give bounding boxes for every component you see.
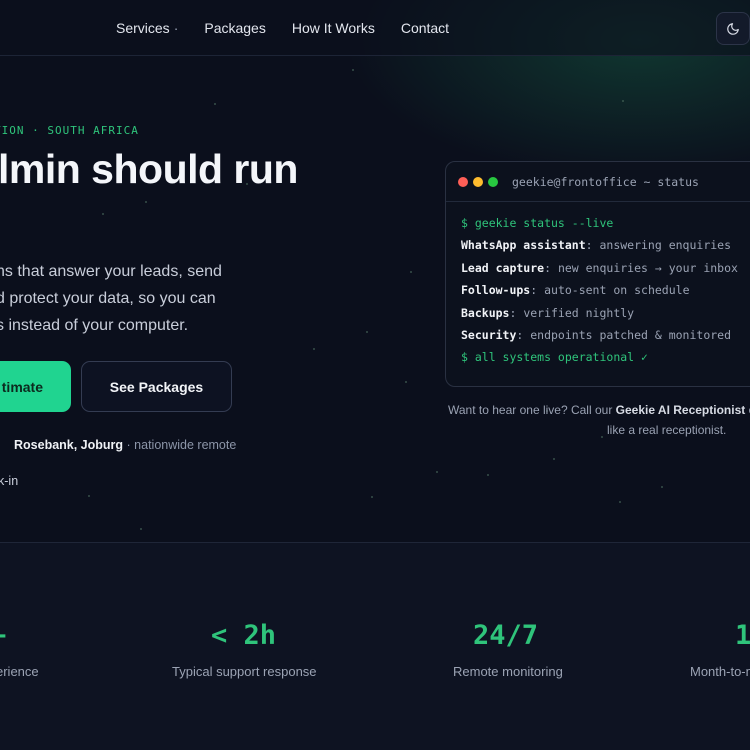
terminal-line-key: Security [461,327,517,342]
star [214,103,216,105]
terminal-line-key: Follow-ups [461,283,531,298]
star [371,496,373,498]
star [622,100,624,102]
nav-link-packages[interactable]: Packages [204,20,265,36]
page: Services Packages How It Works Contact T… [0,0,750,750]
stat-label-contract: Month-to-m [690,664,750,679]
star [352,69,354,71]
caption-prefix: Want to hear one live? Call our [448,403,616,417]
terminal-title: geekie@frontoffice ~ status [512,174,699,189]
moon-icon [727,22,739,35]
caption-suffix: o [745,403,750,417]
terminal-line-value: : auto-sent on schedule [530,283,690,298]
star [487,474,489,476]
checkin-text: k-in [0,474,19,488]
see-packages-button[interactable]: See Packages [81,361,232,412]
star [102,213,104,215]
terminal-body: $ geekie status --live WhatsApp assistant… [446,202,750,373]
star [553,458,555,460]
nav-link-services[interactable]: Services [116,20,178,36]
terminal-line-key: WhatsApp assistant [461,238,586,253]
star [140,528,142,530]
stat-label-response: Typical support response [172,664,317,679]
terminal-line-value: $ all systems operational ✓ [461,350,648,365]
minimize-dot-icon [473,176,483,187]
stat-value-contract: 1 [735,620,750,651]
terminal-line: $ all systems operational ✓ [461,350,750,372]
terminal-line: Lead capture: new enquiries → your inbox [461,261,750,283]
maximize-dot-icon [488,176,498,187]
terminal-line-value: : new enquiries → your inbox [544,260,738,275]
terminal-line-value: : endpoints patched & monitored [516,327,732,342]
terminal-line-value: $ geekie status --live [461,216,614,230]
terminal-line: Follow-ups: auto-sent on schedule [461,283,750,305]
hero-eyebrow: TION · SOUTH AFRICA [0,124,139,137]
star [88,495,90,497]
star [436,471,438,473]
terminal-title-bar: geekie@frontoffice ~ status [446,162,750,202]
star [410,271,412,273]
terminal-line-value: : verified nightly [509,305,635,320]
hero-description-line: d protect your data, so you can [0,290,216,307]
stat-value-monitoring: 24/7 [473,620,539,651]
terminal-line-value: : answering enquiries [585,238,732,253]
stat-label-monitoring: Remote monitoring [453,664,563,679]
stat-value-experience: + [0,620,6,651]
terminal-line: Backups: verified nightly [461,306,750,328]
receptionist-link[interactable]: Geekie AI Receptionist [616,403,746,417]
location-name: Rosebank, Joburg [14,438,124,452]
get-estimate-button[interactable]: timate [0,361,71,412]
nav-link-how-it-works[interactable]: How It Works [292,20,375,36]
nav-link-contact[interactable]: Contact [401,20,449,36]
location-note: · nationwide remote [126,438,237,452]
stat-value-response: < 2h [211,620,277,651]
receptionist-caption: Want to hear one live? Call our Geekie A… [448,400,750,440]
caption-line2: like a real receptionist. [607,423,727,437]
hero-description-line: ns that answer your leads, send [0,263,222,280]
theme-toggle-button[interactable] [716,12,750,45]
top-nav: Services Packages How It Works Contact [0,0,750,56]
star [366,331,368,333]
terminal-line: $ geekie status --live [461,216,750,238]
terminal-line-key: Backups [461,305,510,320]
star [619,501,621,503]
status-terminal: geekie@frontoffice ~ status $ geekie sta… [445,161,750,387]
star [405,381,407,383]
hero-description-line: s instead of your computer. [0,317,189,334]
nav-links: Services Packages How It Works Contact [116,0,449,56]
hero-description: ns that answer your leads, send d protec… [0,258,266,339]
hero-headline: lmin should run [0,146,298,192]
star [145,201,147,203]
location-line: Rosebank, Joburg · nationwide remote [14,438,236,452]
star [313,348,315,350]
terminal-line: Security: endpoints patched & monitored [461,328,750,350]
terminal-line-key: Lead capture [461,260,545,275]
stats-section [0,543,750,750]
terminal-line: WhatsApp assistant: answering enquiries [461,238,750,260]
section-divider [0,542,750,543]
star [661,486,663,488]
close-dot-icon [458,176,468,187]
stat-label-experience: erience [0,664,39,679]
